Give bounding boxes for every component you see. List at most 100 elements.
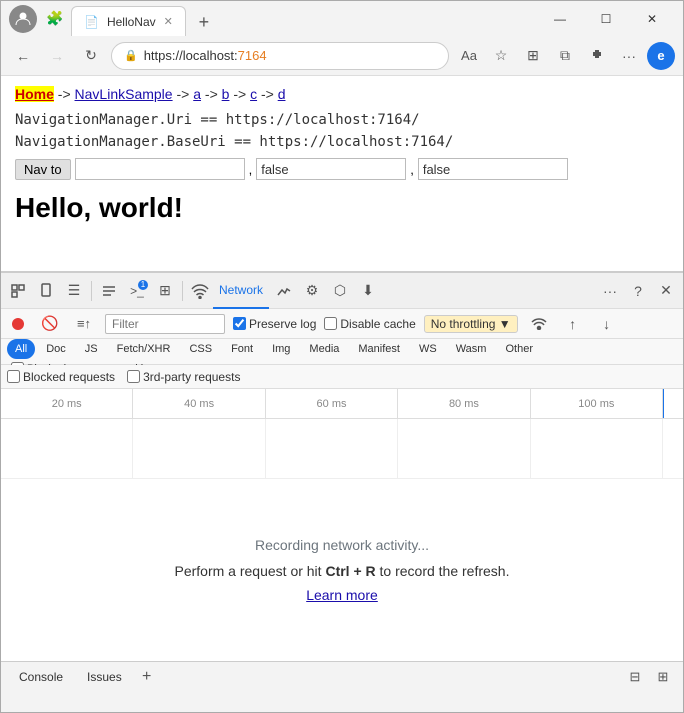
- third-party-check[interactable]: [127, 370, 140, 383]
- hello-world-heading: Hello, world!: [15, 192, 669, 224]
- preserve-log-checkbox[interactable]: Preserve log: [233, 317, 316, 331]
- back-button[interactable]: ←: [9, 42, 37, 70]
- more-options-button[interactable]: ···: [615, 42, 643, 70]
- download-profile-icon[interactable]: ↓: [594, 311, 620, 337]
- download-icon[interactable]: ⬇: [355, 278, 381, 304]
- extensions-icon[interactable]: 🧩: [43, 7, 67, 31]
- device-toolbar-button[interactable]: [33, 278, 59, 304]
- disable-cache-check[interactable]: [324, 317, 337, 330]
- network-content-area: Recording network activity... Perform a …: [1, 419, 683, 661]
- minimize-button[interactable]: —: [537, 4, 583, 34]
- refresh-button[interactable]: ↻: [77, 42, 105, 70]
- preserve-log-check[interactable]: [233, 317, 246, 330]
- issues-tab-button[interactable]: Issues: [77, 664, 132, 690]
- dock-right-icon[interactable]: ⊞: [651, 665, 675, 689]
- close-button[interactable]: ✕: [629, 4, 675, 34]
- performance-tab-icon[interactable]: [271, 278, 297, 304]
- record-button[interactable]: [7, 313, 29, 335]
- console-tab-icon[interactable]: >_ 1: [124, 278, 150, 304]
- devtools-close-button[interactable]: ✕: [653, 278, 679, 304]
- devtools-help-button[interactable]: ?: [625, 278, 651, 304]
- collections-icon[interactable]: ⊞: [519, 42, 547, 70]
- type-all-button[interactable]: All: [7, 339, 35, 359]
- disable-cache-checkbox[interactable]: Disable cache: [324, 317, 415, 331]
- type-manifest-button[interactable]: Manifest: [350, 339, 408, 359]
- browser-tab[interactable]: 📄 HelloNav ✕: [71, 6, 186, 36]
- nav-url-input[interactable]: [75, 158, 245, 180]
- nav-manager-base-uri: NavigationManager.BaseUri == https://loc…: [15, 134, 669, 150]
- type-wasm-button[interactable]: Wasm: [448, 339, 495, 359]
- console-drawer-button[interactable]: ☰: [61, 278, 87, 304]
- tab-close-button[interactable]: ✕: [164, 15, 173, 28]
- edge-profile-icon[interactable]: e: [647, 42, 675, 70]
- breadcrumb-c[interactable]: c: [250, 86, 257, 102]
- devtools-panel: ☰ >_ 1 ⊞ Network ⚙ ⬡ ⬇: [1, 271, 683, 661]
- throttling-dropdown[interactable]: No throttling ▼: [424, 315, 518, 333]
- blocked-requests-row: Blocked requests 3rd-party requests: [1, 365, 683, 389]
- extensions-icon[interactable]: [583, 42, 611, 70]
- toolbar-divider2: [182, 281, 183, 301]
- breadcrumb-b[interactable]: b: [222, 86, 230, 102]
- type-other-button[interactable]: Other: [497, 339, 541, 359]
- lock-icon: 🔒: [124, 49, 138, 62]
- type-font-button[interactable]: Font: [223, 339, 261, 359]
- more-tabs-button[interactable]: ⬡: [327, 278, 353, 304]
- nav-value2-input[interactable]: [418, 158, 568, 180]
- nav-link-sample[interactable]: NavLinkSample: [75, 86, 173, 102]
- timeline-40ms: 40 ms: [133, 389, 265, 418]
- devtools-more-button[interactable]: ···: [597, 278, 623, 304]
- sources-tab-icon[interactable]: ⊞: [152, 278, 178, 304]
- type-ws-button[interactable]: WS: [411, 339, 445, 359]
- browser-window: 🧩 📄 HelloNav ✕ + — ☐ ✕ ← → ↻ 🔒 https://l…: [0, 0, 684, 713]
- breadcrumb-d[interactable]: d: [278, 86, 286, 102]
- nav-to-button[interactable]: Nav to: [15, 159, 71, 180]
- record-dot-icon: [12, 318, 24, 330]
- filter-input[interactable]: [105, 314, 225, 334]
- type-js-button[interactable]: JS: [77, 339, 106, 359]
- read-aloud-icon[interactable]: Aa: [455, 42, 483, 70]
- network-empty-state: Recording network activity... Perform a …: [1, 479, 683, 661]
- breadcrumb-a[interactable]: a: [193, 86, 201, 102]
- settings-icon[interactable]: ⚙: [299, 278, 325, 304]
- home-link[interactable]: Home: [15, 86, 54, 102]
- breadcrumb-sep3: ->: [205, 86, 222, 102]
- breadcrumb-sep1: ->: [58, 86, 75, 102]
- type-fetch-xhr-button[interactable]: Fetch/XHR: [109, 339, 179, 359]
- network-main: 20 ms 40 ms 60 ms 80 ms 100 ms: [1, 389, 683, 661]
- inspect-element-button[interactable]: [5, 278, 31, 304]
- blocked-requests-checkbox[interactable]: Blocked requests: [7, 370, 115, 384]
- url-bar[interactable]: 🔒 https://localhost:7164: [111, 42, 449, 70]
- profile-icon[interactable]: [9, 5, 37, 33]
- add-tab-button[interactable]: +: [136, 666, 158, 688]
- new-tab-button[interactable]: +: [190, 8, 218, 36]
- console-tab-button[interactable]: Console: [9, 664, 73, 690]
- nav-value1-input[interactable]: [256, 158, 406, 180]
- learn-more-link[interactable]: Learn more: [306, 587, 378, 603]
- clear-button[interactable]: 🚫: [37, 311, 63, 337]
- sidebar-icon[interactable]: ⧉: [551, 42, 579, 70]
- blocked-requests-check[interactable]: [7, 370, 20, 383]
- elements-tab-icon[interactable]: [96, 278, 122, 304]
- type-img-button[interactable]: Img: [264, 339, 298, 359]
- network-tab-label[interactable]: Network: [213, 273, 269, 309]
- third-party-checkbox[interactable]: 3rd-party requests: [127, 370, 240, 384]
- breadcrumb-sep2: ->: [176, 86, 193, 102]
- devtools-toolbar: ☰ >_ 1 ⊞ Network ⚙ ⬡ ⬇: [1, 273, 683, 309]
- upload-icon[interactable]: ↑: [560, 311, 586, 337]
- type-doc-button[interactable]: Doc: [38, 339, 74, 359]
- third-party-label: 3rd-party requests: [143, 370, 240, 384]
- breadcrumb-sep4: ->: [233, 86, 250, 102]
- online-icon[interactable]: [526, 311, 552, 337]
- type-media-button[interactable]: Media: [301, 339, 347, 359]
- bottom-bar: Console Issues + ⊟ ⊞: [1, 661, 683, 691]
- network-wifi-icon[interactable]: [187, 278, 213, 304]
- maximize-button[interactable]: ☐: [583, 4, 629, 34]
- forward-button[interactable]: →: [43, 42, 71, 70]
- favorites-icon[interactable]: ☆: [487, 42, 515, 70]
- dock-left-icon[interactable]: ⊟: [623, 665, 647, 689]
- blocked-requests-label: Blocked requests: [23, 370, 115, 384]
- recording-text: Recording network activity...: [255, 537, 429, 553]
- type-css-button[interactable]: CSS: [181, 339, 220, 359]
- filter-icon[interactable]: ≡↑: [71, 311, 97, 337]
- nav-separator2: ,: [410, 162, 414, 177]
